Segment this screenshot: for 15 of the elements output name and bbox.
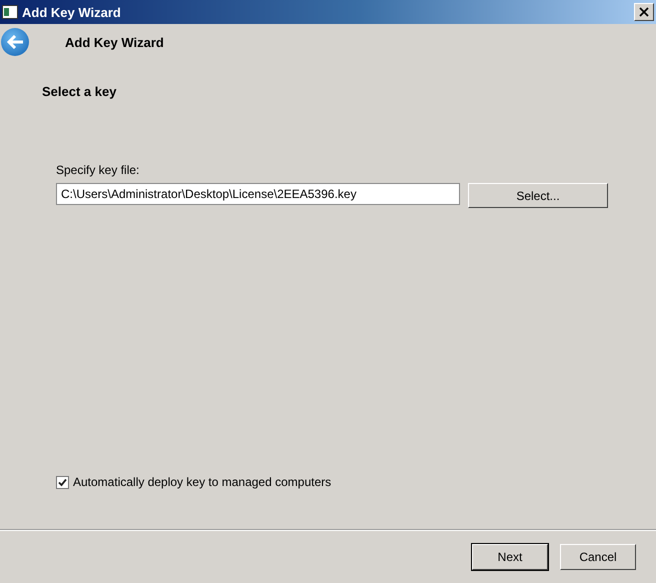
select-button[interactable]: Select... (468, 183, 608, 208)
page-heading: Select a key (42, 84, 118, 99)
wizard-title: Add Key Wizard (65, 34, 164, 50)
window-icon (2, 5, 18, 19)
key-file-field[interactable]: C:\Users\Administrator\Desktop\License\2EEA5396.key (56, 183, 460, 205)
checkbox-label: Automatically deploy key to managed computers (73, 475, 332, 489)
checkbox[interactable] (56, 476, 69, 488)
next-button[interactable]: Next (472, 544, 548, 570)
cancel-button[interactable]: Cancel (560, 544, 636, 570)
back-arrow-icon (6, 35, 24, 49)
back-button[interactable] (1, 28, 29, 56)
close-button[interactable] (634, 3, 654, 21)
window-title: Add Key Wizard (22, 4, 122, 20)
field-label: Specify key file: (56, 163, 140, 177)
close-icon (639, 7, 649, 17)
